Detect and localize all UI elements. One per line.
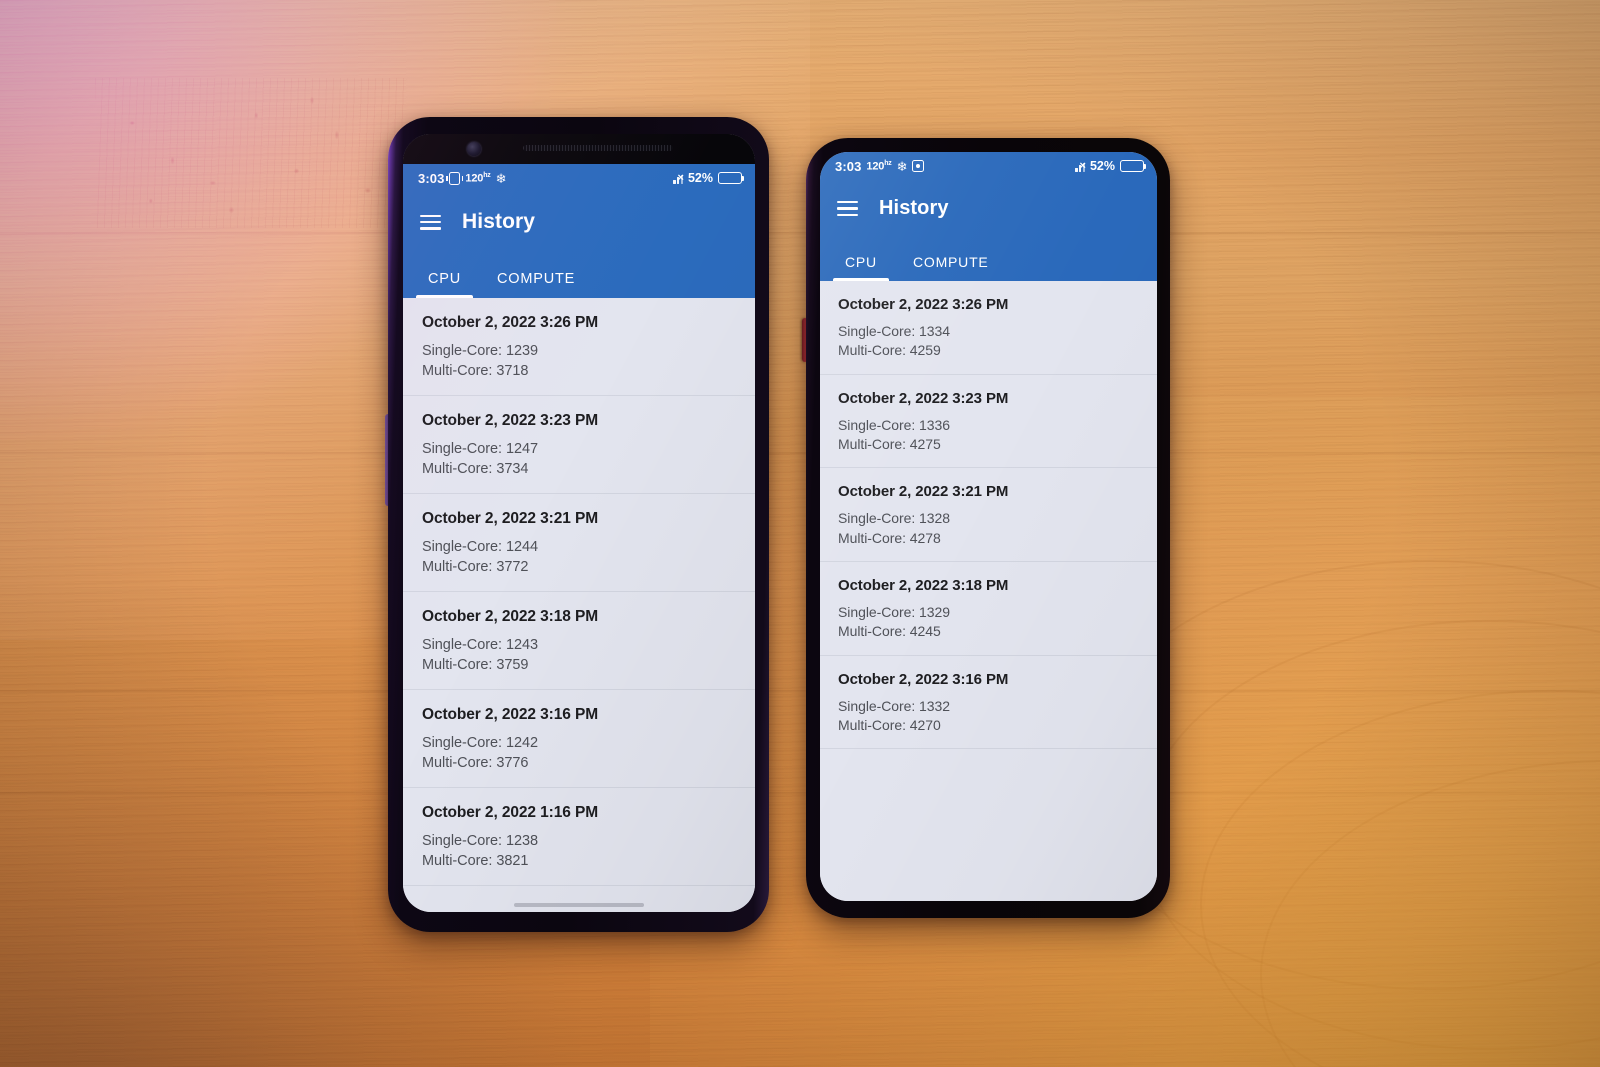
- signal-bars-no-service-icon: ×: [673, 171, 684, 184]
- list-item[interactable]: October 2, 2022 3:26 PM Single-Core: 133…: [820, 281, 1157, 375]
- result-timestamp: October 2, 2022 1:16 PM: [422, 804, 599, 821]
- result-timestamp: October 2, 2022 3:18 PM: [838, 576, 1009, 594]
- multi-core-score: Multi-Core: 4245: [838, 623, 941, 640]
- list-item[interactable]: October 2, 2022 3:26 PM Single-Core: 123…: [403, 298, 755, 396]
- single-core-score: Single-Core: 1328: [838, 510, 950, 527]
- phone-left-screen: 3:03 120hz ❄ × 52% History CPU COMPUTE O…: [403, 134, 755, 912]
- phone-left-status-bar: 3:03 120hz ❄ × 52%: [403, 164, 755, 192]
- single-core-score: Single-Core: 1243: [422, 637, 539, 653]
- plank-seam: [0, 452, 1600, 455]
- result-timestamp: October 2, 2022 3:21 PM: [838, 483, 1009, 501]
- phone-right-tab-bar: CPU COMPUTE: [820, 237, 1157, 281]
- hamburger-menu-icon[interactable]: [420, 214, 441, 230]
- plank-seam: [0, 232, 1600, 235]
- status-bar-left-group: 3:03 120hz ❄: [835, 158, 925, 174]
- tab-compute[interactable]: COMPUTE: [479, 271, 593, 298]
- result-timestamp: October 2, 2022 3:18 PM: [422, 608, 599, 625]
- page-title: History: [462, 210, 536, 233]
- result-timestamp: October 2, 2022 3:26 PM: [838, 296, 1009, 313]
- no-service-x-icon: ×: [677, 171, 684, 184]
- list-item[interactable]: October 2, 2022 3:21 PM Single-Core: 124…: [403, 494, 755, 592]
- front-camera-icon: [467, 142, 481, 156]
- result-timestamp: October 2, 2022 3:21 PM: [422, 510, 599, 527]
- wood-porous-patch: [95, 78, 405, 228]
- battery-percent-label: 52%: [687, 171, 713, 185]
- multi-core-score: Multi-Core: 3759: [422, 657, 529, 673]
- phone-right-app-bar: History: [820, 180, 1157, 237]
- phone-left-tab-bar: CPU COMPUTE: [403, 252, 755, 298]
- tab-compute[interactable]: COMPUTE: [895, 254, 1007, 281]
- phone-right: 3:03 120hz ❄ × 52% History CPU COMPUTE O…: [806, 138, 1170, 918]
- status-bar-right-group: × 52%: [1075, 159, 1147, 173]
- multi-core-score: Multi-Core: 3772: [422, 559, 529, 575]
- list-item[interactable]: October 2, 2022 1:16 PM Single-Core: 123…: [403, 788, 755, 886]
- battery-icon: [1120, 160, 1147, 172]
- snowflake-icon: ❄: [495, 170, 507, 186]
- multi-core-score: Multi-Core: 3734: [422, 461, 529, 477]
- multi-core-score: Multi-Core: 4259: [838, 342, 941, 359]
- single-core-score: Single-Core: 1242: [422, 735, 539, 751]
- status-bar-left-group: 3:03 120hz ❄: [418, 171, 506, 186]
- phone-left-history-list[interactable]: October 2, 2022 3:26 PM Single-Core: 123…: [403, 298, 755, 912]
- multi-core-score: Multi-Core: 3718: [422, 363, 529, 379]
- multi-core-score: Multi-Core: 3776: [422, 755, 529, 771]
- refresh-rate-label: 120hz: [866, 159, 892, 173]
- phone-right-history-list[interactable]: October 2, 2022 3:26 PM Single-Core: 133…: [820, 281, 1157, 901]
- refresh-rate-label: 120hz: [465, 171, 491, 185]
- navigation-pill[interactable]: [514, 903, 644, 907]
- battery-percent-label: 52%: [1089, 159, 1115, 173]
- list-item[interactable]: October 2, 2022 3:23 PM Single-Core: 124…: [403, 396, 755, 494]
- tab-cpu[interactable]: CPU: [410, 271, 479, 298]
- multi-core-score: Multi-Core: 3821: [422, 853, 529, 869]
- result-timestamp: October 2, 2022 3:26 PM: [422, 314, 599, 331]
- multi-core-score: Multi-Core: 4275: [838, 435, 941, 452]
- single-core-score: Single-Core: 1247: [422, 441, 539, 457]
- result-timestamp: October 2, 2022 3:23 PM: [422, 412, 599, 429]
- desk-scene: 3:03 120hz ❄ × 52% History CPU COMPUTE O…: [0, 0, 1600, 1067]
- single-core-score: Single-Core: 1239: [422, 343, 539, 359]
- multi-core-score: Multi-Core: 4270: [838, 716, 941, 733]
- status-time: 3:03: [418, 170, 445, 186]
- single-core-score: Single-Core: 1334: [838, 323, 950, 339]
- phone-left-app-bar: History: [403, 192, 755, 252]
- single-core-score: Single-Core: 1336: [838, 416, 950, 433]
- list-item[interactable]: October 2, 2022 3:18 PM Single-Core: 132…: [820, 562, 1157, 656]
- list-item[interactable]: October 2, 2022 3:16 PM Single-Core: 124…: [403, 690, 755, 788]
- status-bar-right-group: × 52%: [673, 171, 745, 185]
- hamburger-menu-icon[interactable]: [837, 201, 858, 216]
- list-item[interactable]: October 2, 2022 3:16 PM Single-Core: 133…: [820, 656, 1157, 750]
- earpiece-speaker-grille: [523, 145, 673, 151]
- single-core-score: Single-Core: 1329: [838, 603, 950, 620]
- list-item[interactable]: October 2, 2022 3:23 PM Single-Core: 133…: [820, 375, 1157, 469]
- phone-left-camera-notch: [403, 134, 755, 164]
- single-core-score: Single-Core: 1238: [422, 833, 539, 849]
- result-timestamp: October 2, 2022 3:23 PM: [838, 389, 1009, 407]
- no-service-x-icon: ×: [1079, 159, 1086, 172]
- signal-bars-no-service-icon: ×: [1075, 159, 1086, 172]
- result-timestamp: October 2, 2022 3:16 PM: [838, 670, 1009, 688]
- vibrate-icon: [446, 171, 464, 185]
- single-core-score: Single-Core: 1244: [422, 539, 539, 555]
- snowflake-icon: ❄: [896, 158, 908, 174]
- result-timestamp: October 2, 2022 3:16 PM: [422, 706, 599, 723]
- single-core-score: Single-Core: 1332: [838, 697, 950, 714]
- phone-right-screen: 3:03 120hz ❄ × 52% History CPU COMPUTE O…: [820, 152, 1157, 901]
- battery-icon: [718, 172, 745, 184]
- phone-right-status-bar: 3:03 120hz ❄ × 52%: [820, 152, 1157, 180]
- square-dot-icon: [912, 160, 925, 172]
- list-item[interactable]: October 2, 2022 3:21 PM Single-Core: 132…: [820, 468, 1157, 562]
- multi-core-score: Multi-Core: 4278: [838, 529, 941, 546]
- page-title: History: [879, 197, 949, 219]
- status-time: 3:03: [835, 158, 862, 174]
- phone-left: 3:03 120hz ❄ × 52% History CPU COMPUTE O…: [388, 117, 769, 932]
- tab-cpu[interactable]: CPU: [827, 254, 895, 281]
- list-item[interactable]: October 2, 2022 3:18 PM Single-Core: 124…: [403, 592, 755, 690]
